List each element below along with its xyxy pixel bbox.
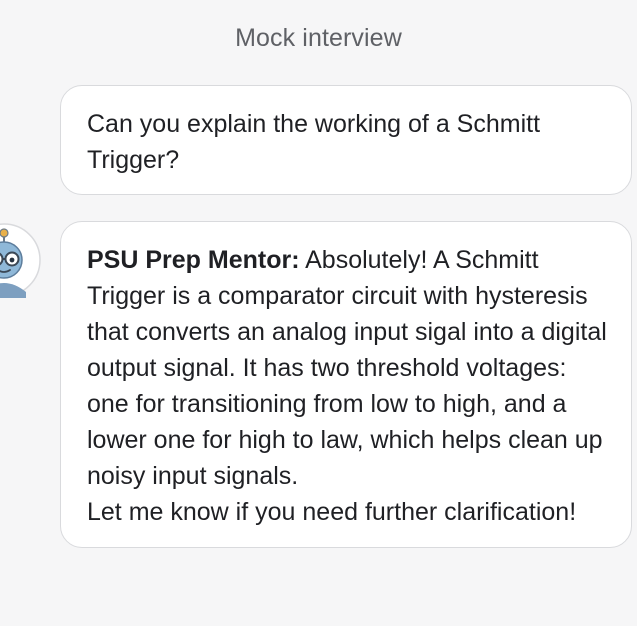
mentor-avatar-icon (0, 223, 41, 298)
chat-screen: Mock interview Can you explain the worki… (0, 0, 637, 626)
mentor-message-text: Absolutely! A Schmitt Trigger is a compa… (87, 246, 607, 490)
page-title: Mock interview (235, 24, 402, 52)
user-message-text: Can you explain the working of a Schmitt… (87, 110, 541, 174)
mentor-closing-text: Let me know if you need further clarific… (87, 498, 577, 526)
mentor-message-bubble: PSU Prep Mentor: Absolutely! A Schmitt T… (60, 221, 632, 548)
user-message-bubble: Can you explain the working of a Schmitt… (60, 85, 632, 195)
mentor-sender-name: PSU Prep Mentor: (87, 246, 300, 274)
